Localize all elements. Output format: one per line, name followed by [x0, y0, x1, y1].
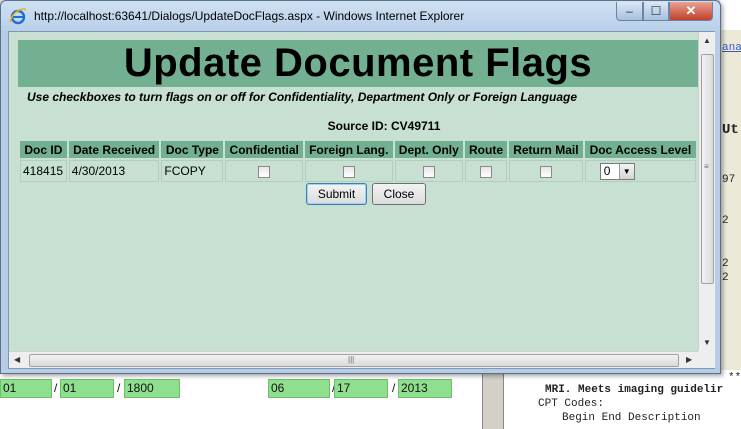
- column-header-doc-access-level: Doc Access Level: [584, 141, 696, 158]
- page-header: Update Document Flags: [18, 40, 698, 87]
- date-field-day[interactable]: 17: [334, 379, 388, 398]
- background-report-stars: **: [728, 372, 741, 384]
- maximize-button[interactable]: ☐: [643, 2, 669, 21]
- scroll-down-icon[interactable]: ▼: [703, 338, 711, 347]
- vertical-scroll-thumb[interactable]: ≡: [701, 54, 714, 284]
- doc-id-cell: 418415: [20, 160, 67, 182]
- background-text: 2: [722, 215, 729, 227]
- minimize-button[interactable]: –: [616, 2, 643, 21]
- date-field-month[interactable]: 01: [0, 379, 52, 398]
- doc-access-level-cell: 0 ▼: [584, 160, 696, 182]
- date-field-year[interactable]: 1800: [124, 379, 180, 398]
- background-splitter[interactable]: [482, 372, 504, 429]
- column-header-date-received: Date Received: [68, 141, 160, 158]
- route-cell: [465, 160, 508, 182]
- date-separator: /: [117, 381, 121, 395]
- date-field-day[interactable]: 01: [60, 379, 114, 398]
- close-button[interactable]: Close: [372, 183, 426, 205]
- dept-only-cell: [394, 160, 464, 182]
- scroll-left-icon[interactable]: ◀: [14, 355, 20, 364]
- foreign-lang-checkbox[interactable]: [342, 165, 355, 178]
- table-row: 418415 4/30/2013 FCOPY 0 ▼: [20, 160, 696, 182]
- table-header-row: Doc ID Date Received Doc Type Confidenti…: [20, 141, 696, 158]
- doc-access-level-value: 0: [603, 164, 611, 178]
- grip-icon: |||: [348, 355, 355, 364]
- background-text: 2: [722, 272, 729, 284]
- update-doc-flags-page: Update Document Flags Use checkboxes to …: [9, 32, 698, 351]
- column-header-doc-type: Doc Type: [161, 141, 224, 158]
- dept-only-checkbox[interactable]: [422, 165, 435, 178]
- date-received-cell: 4/30/2013: [68, 160, 160, 182]
- internet-explorer-icon: [9, 8, 27, 25]
- source-id-value: CV49711: [390, 119, 441, 133]
- foreign-lang-cell: [304, 160, 393, 182]
- column-header-dept-only: Dept. Only: [394, 141, 464, 158]
- browser-content: Update Document Flags Use checkboxes to …: [8, 31, 715, 369]
- source-id: Source ID: CV49711: [9, 119, 698, 133]
- background-link: ana: [722, 42, 741, 54]
- date-field-month[interactable]: 06: [268, 379, 330, 398]
- close-window-button[interactable]: ✕: [669, 2, 713, 21]
- page-title: Update Document Flags: [123, 41, 593, 85]
- date-separator: /: [54, 381, 58, 395]
- scrollbar-corner: [698, 351, 715, 368]
- horizontal-scrollbar[interactable]: ◀ ||| ▶: [9, 351, 698, 368]
- return-mail-checkbox[interactable]: [539, 165, 552, 178]
- column-header-route: Route: [465, 141, 508, 158]
- window-title: http://localhost:63641/Dialogs/UpdateDoc…: [34, 9, 465, 23]
- route-checkbox[interactable]: [480, 165, 493, 178]
- chevron-down-icon[interactable]: ▼: [618, 163, 634, 179]
- column-header-confidential: Confidential: [225, 141, 303, 158]
- background-report-line: CPT Codes:: [538, 398, 605, 410]
- confidential-cell: [225, 160, 303, 182]
- background-report-line: MRI. Meets imaging guidelir: [545, 384, 724, 396]
- confidential-checkbox[interactable]: [258, 165, 271, 178]
- instructions-text: Use checkboxes to turn flags on or off f…: [27, 90, 578, 104]
- scroll-right-icon[interactable]: ▶: [686, 355, 692, 364]
- return-mail-cell: [509, 160, 583, 182]
- title-bar[interactable]: http://localhost:63641/Dialogs/UpdateDoc…: [1, 1, 720, 31]
- background-report-line: Begin End Description: [562, 412, 701, 424]
- ie-dialog-window: http://localhost:63641/Dialogs/UpdateDoc…: [0, 0, 721, 374]
- document-flags-table: Doc ID Date Received Doc Type Confidenti…: [18, 139, 698, 184]
- background-text: 97: [722, 174, 736, 186]
- source-id-label: Source ID:: [327, 119, 388, 133]
- doc-access-level-select[interactable]: 0 ▼: [599, 162, 635, 180]
- doc-type-cell: FCOPY: [161, 160, 224, 182]
- vertical-scrollbar[interactable]: ▲ ≡ ▼: [698, 32, 715, 351]
- column-header-return-mail: Return Mail: [509, 141, 583, 158]
- horizontal-scroll-thumb[interactable]: |||: [29, 354, 679, 367]
- background-text: 2: [722, 258, 729, 270]
- column-header-foreign-lang: Foreign Lang.: [304, 141, 393, 158]
- submit-button[interactable]: Submit: [306, 183, 367, 205]
- background-text: Ut: [722, 122, 739, 138]
- scroll-up-icon[interactable]: ▲: [703, 36, 711, 45]
- date-field-year[interactable]: 2013: [398, 379, 452, 398]
- column-header-doc-id: Doc ID: [20, 141, 67, 158]
- date-separator: /: [392, 381, 396, 395]
- grip-icon: ≡: [704, 162, 709, 171]
